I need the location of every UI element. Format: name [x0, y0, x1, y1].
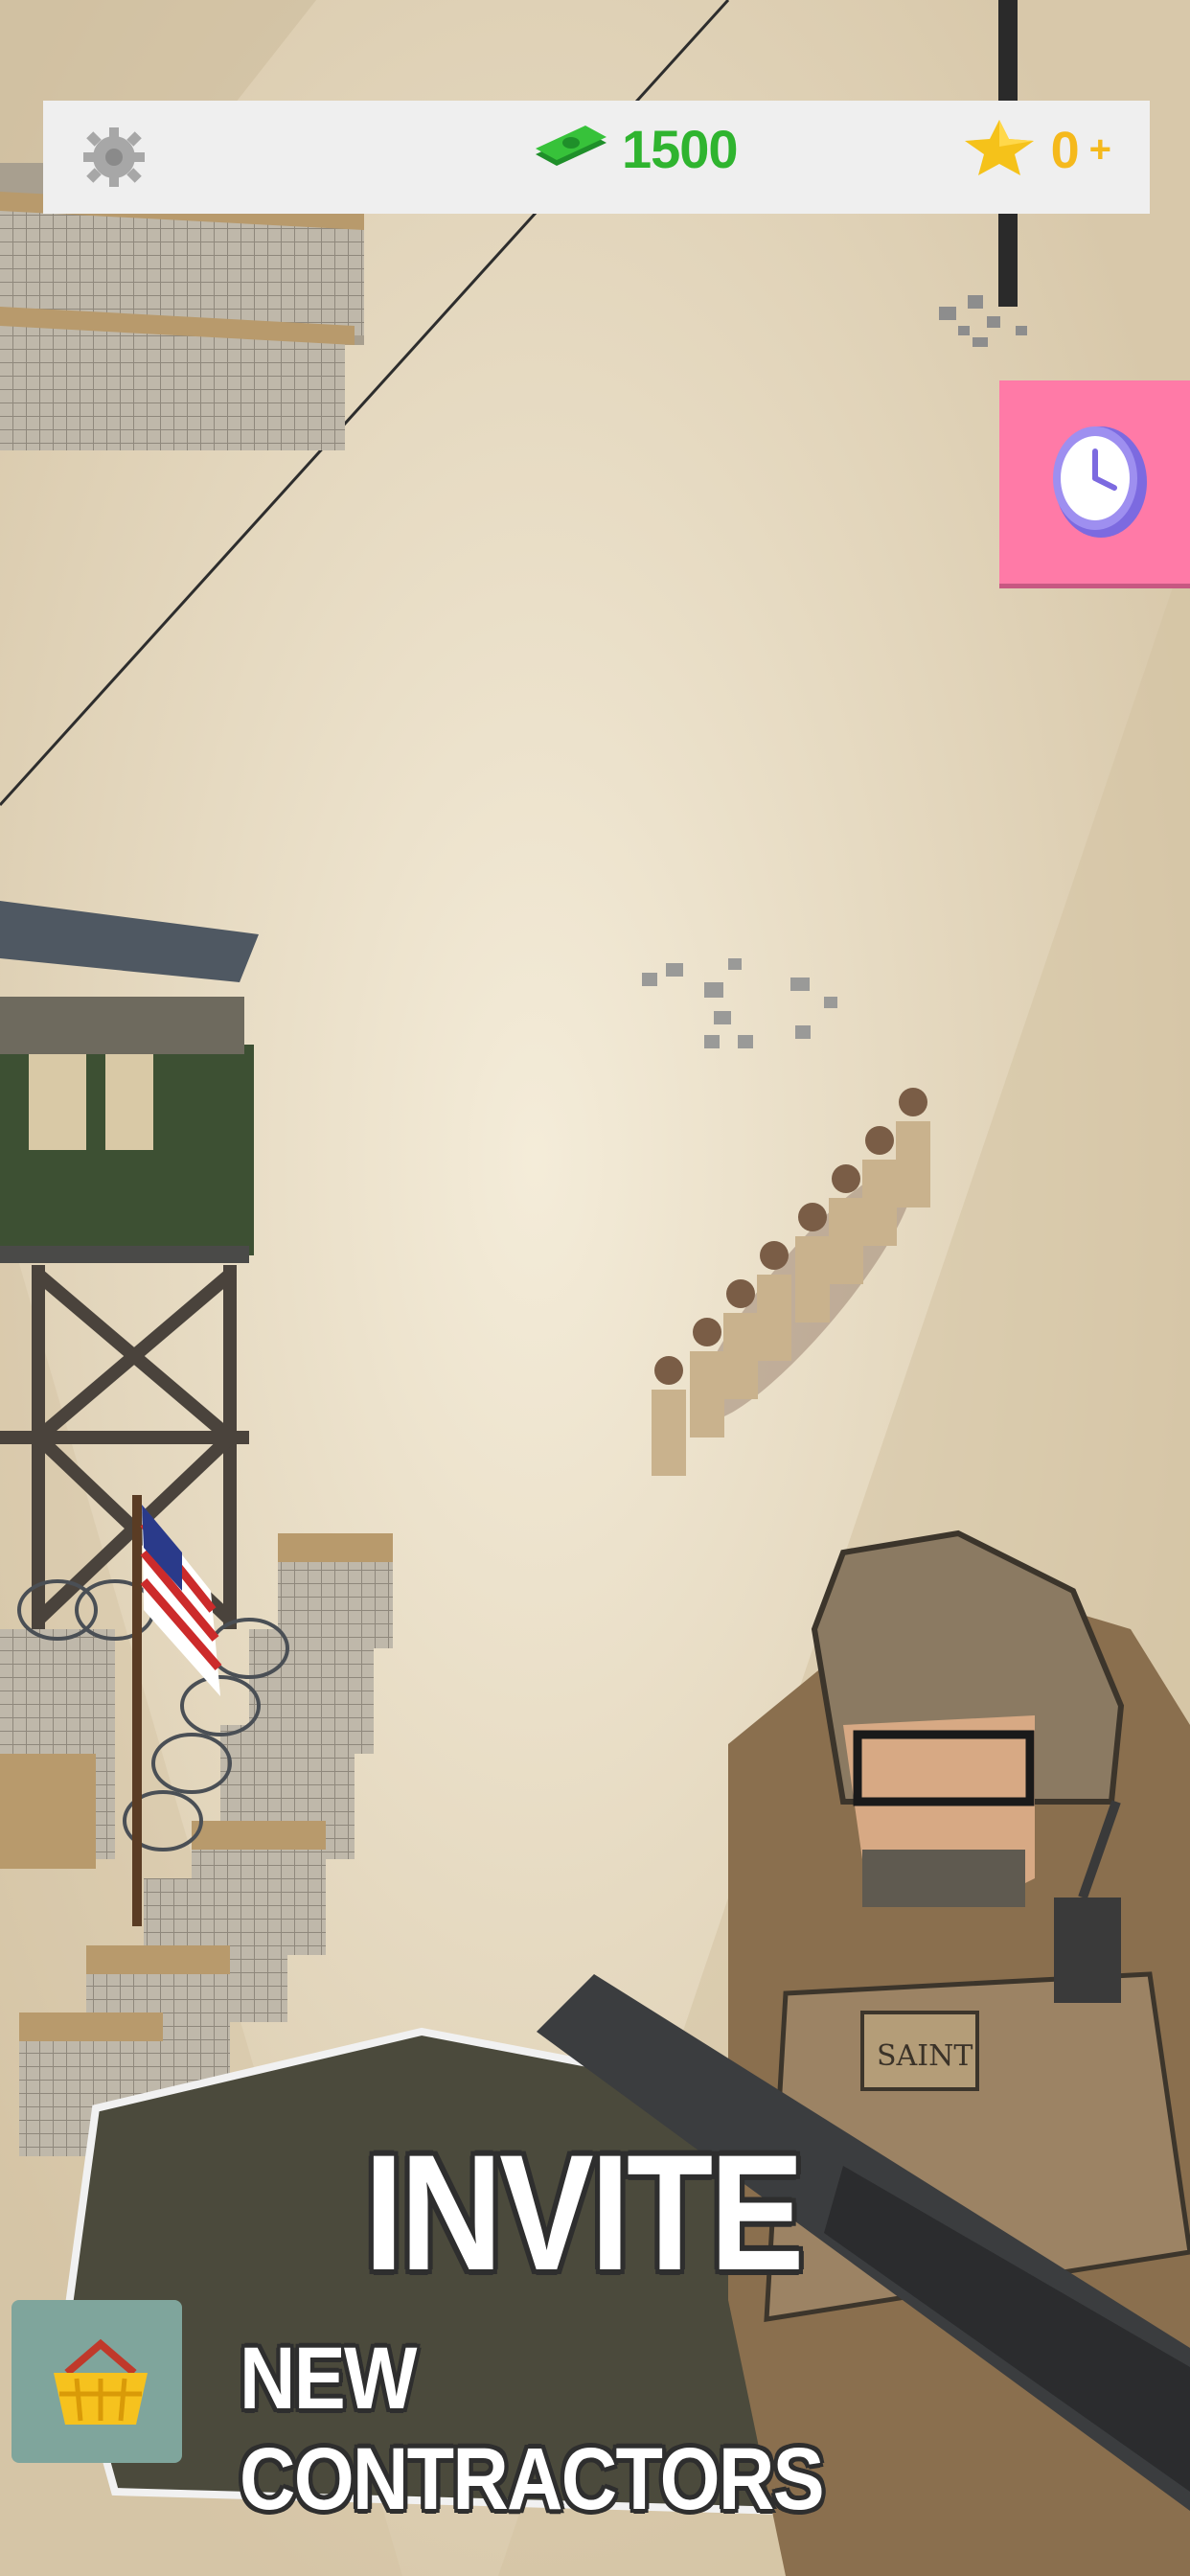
money-counter: 1500	[532, 118, 739, 180]
star-plus-icon[interactable]: +	[1089, 128, 1111, 172]
shop-button[interactable]	[11, 2300, 182, 2463]
clock-icon	[1045, 419, 1151, 548]
cash-icon	[532, 118, 608, 180]
money-value: 1500	[622, 119, 739, 179]
basket-icon	[48, 2338, 153, 2434]
gear-icon[interactable]	[80, 126, 149, 189]
timer-button[interactable]	[999, 380, 1190, 588]
star-icon	[961, 118, 1038, 182]
promo-title: INVITE	[364, 2121, 804, 2305]
star-counter[interactable]: 0 +	[961, 118, 1111, 182]
top-hud-bar: 1500 0 +	[43, 101, 1150, 214]
name-badge-text: SAINT	[877, 2039, 973, 2073]
promo-subtitle: NEW CONTRACTORS	[240, 2330, 825, 2528]
star-value: 0	[1050, 121, 1080, 179]
